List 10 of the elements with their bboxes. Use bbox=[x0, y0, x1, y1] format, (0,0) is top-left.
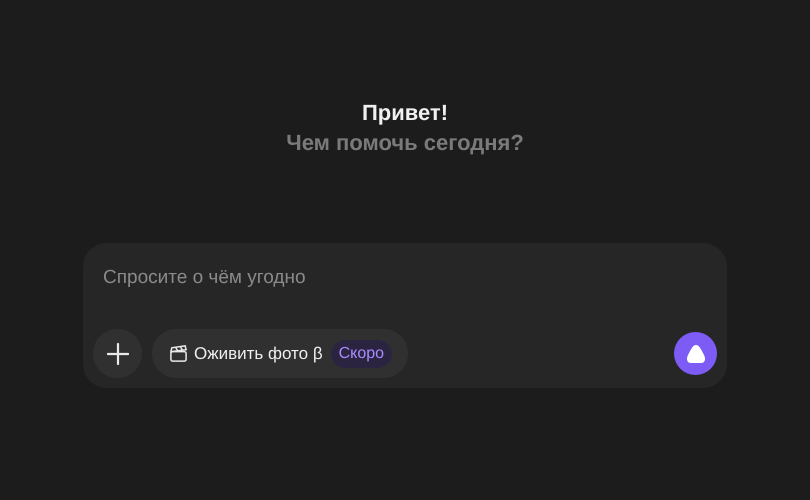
add-button[interactable] bbox=[93, 329, 142, 378]
greeting-subtitle: Чем помочь сегодня? bbox=[286, 129, 524, 157]
animate-photo-button[interactable]: Оживить фото β Скоро bbox=[152, 329, 408, 378]
soon-badge: Скоро bbox=[330, 340, 392, 368]
voice-assistant-button[interactable] bbox=[674, 332, 717, 375]
greeting-title: Привет! bbox=[362, 99, 448, 127]
triangle-logo-icon bbox=[684, 344, 706, 364]
plus-icon bbox=[106, 342, 128, 364]
clapperboard-icon bbox=[169, 344, 188, 363]
prompt-field[interactable]: Спросите о чём угодно bbox=[103, 263, 707, 293]
